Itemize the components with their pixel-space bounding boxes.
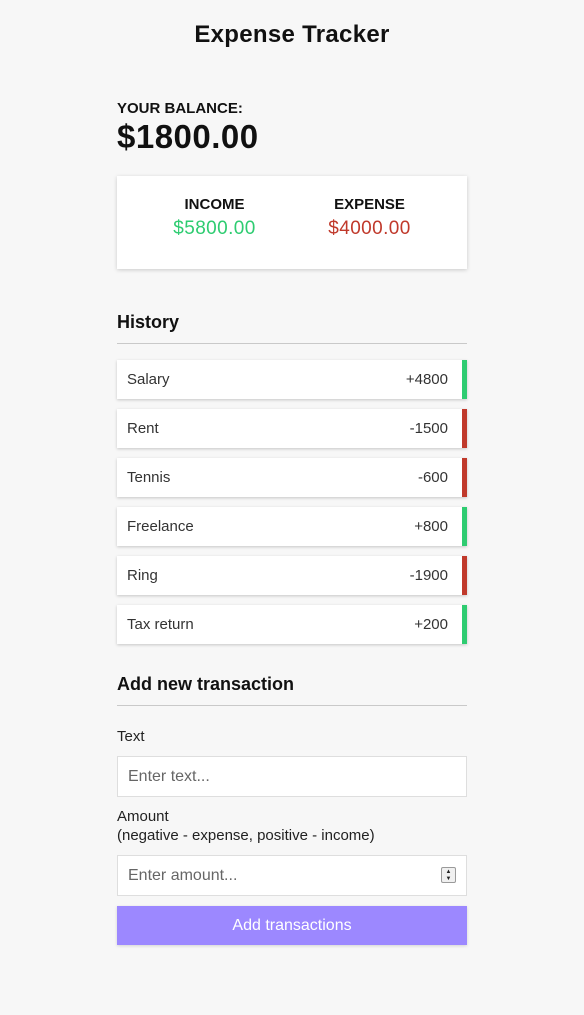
- transaction-amount: +4800: [405, 371, 448, 388]
- amount-hint-text: (negative - expense, positive - income): [117, 827, 375, 844]
- spinner-down-icon[interactable]: ▼: [446, 876, 452, 882]
- amount-input[interactable]: [117, 855, 467, 896]
- spinner-up-icon[interactable]: ▲: [446, 869, 452, 875]
- transaction-text: Ring: [127, 567, 158, 584]
- balance-label: Your Balance:: [117, 100, 243, 117]
- app-title: Expense Tracker: [194, 21, 390, 48]
- transaction-text: Salary: [127, 371, 170, 388]
- transaction-item[interactable]: Ring -1900: [117, 556, 467, 595]
- transaction-amount: +200: [414, 616, 448, 633]
- transaction-item[interactable]: Tennis -600: [117, 458, 467, 497]
- transaction-amount: -1500: [409, 420, 448, 437]
- history-title: History: [117, 312, 467, 344]
- transaction-item[interactable]: Rent -1500: [117, 409, 467, 448]
- expense-label: Expense: [334, 196, 405, 213]
- amount-label-text: Amount: [117, 808, 169, 825]
- transaction-text: Freelance: [127, 518, 194, 535]
- amount-field-group: Amount (negative - expense, positive - i…: [117, 807, 467, 896]
- add-transaction-button[interactable]: Add transactions: [117, 906, 467, 945]
- transaction-amount: -1900: [409, 567, 448, 584]
- income-value: $5800.00: [173, 218, 256, 239]
- transaction-item[interactable]: Freelance +800: [117, 507, 467, 546]
- transaction-item[interactable]: Salary +4800: [117, 360, 467, 399]
- amount-label: Amount (negative - expense, positive - i…: [117, 808, 375, 844]
- expense-value: $4000.00: [328, 218, 411, 239]
- transaction-amount: +800: [414, 518, 448, 535]
- text-field-group: Text: [117, 727, 467, 797]
- transaction-text: Tax return: [127, 616, 194, 633]
- income-column: Income $5800.00: [137, 196, 292, 269]
- income-expense-card: Income $5800.00 Expense $4000.00: [117, 176, 467, 269]
- add-transaction-title: Add new transaction: [117, 674, 467, 706]
- transaction-text: Rent: [127, 420, 159, 437]
- transaction-text: Tennis: [127, 469, 171, 486]
- amount-spinner[interactable]: ▲ ▼: [441, 867, 456, 883]
- transaction-item[interactable]: Tax return +200: [117, 605, 467, 644]
- income-label: Income: [184, 196, 245, 213]
- add-transaction-form: Text Amount (negative - expense, positiv…: [117, 727, 467, 945]
- transaction-list: Salary +4800 Rent -1500 Tennis -600 Free…: [117, 360, 467, 644]
- main-container: Your Balance: $1800.00 Income $5800.00 E…: [117, 100, 467, 945]
- amount-input-wrapper: ▲ ▼: [117, 855, 467, 896]
- balance-value: $1800.00: [117, 118, 259, 155]
- text-input[interactable]: [117, 756, 467, 797]
- transaction-amount: -600: [417, 469, 448, 486]
- text-label: Text: [117, 728, 145, 745]
- expense-column: Expense $4000.00: [292, 196, 447, 269]
